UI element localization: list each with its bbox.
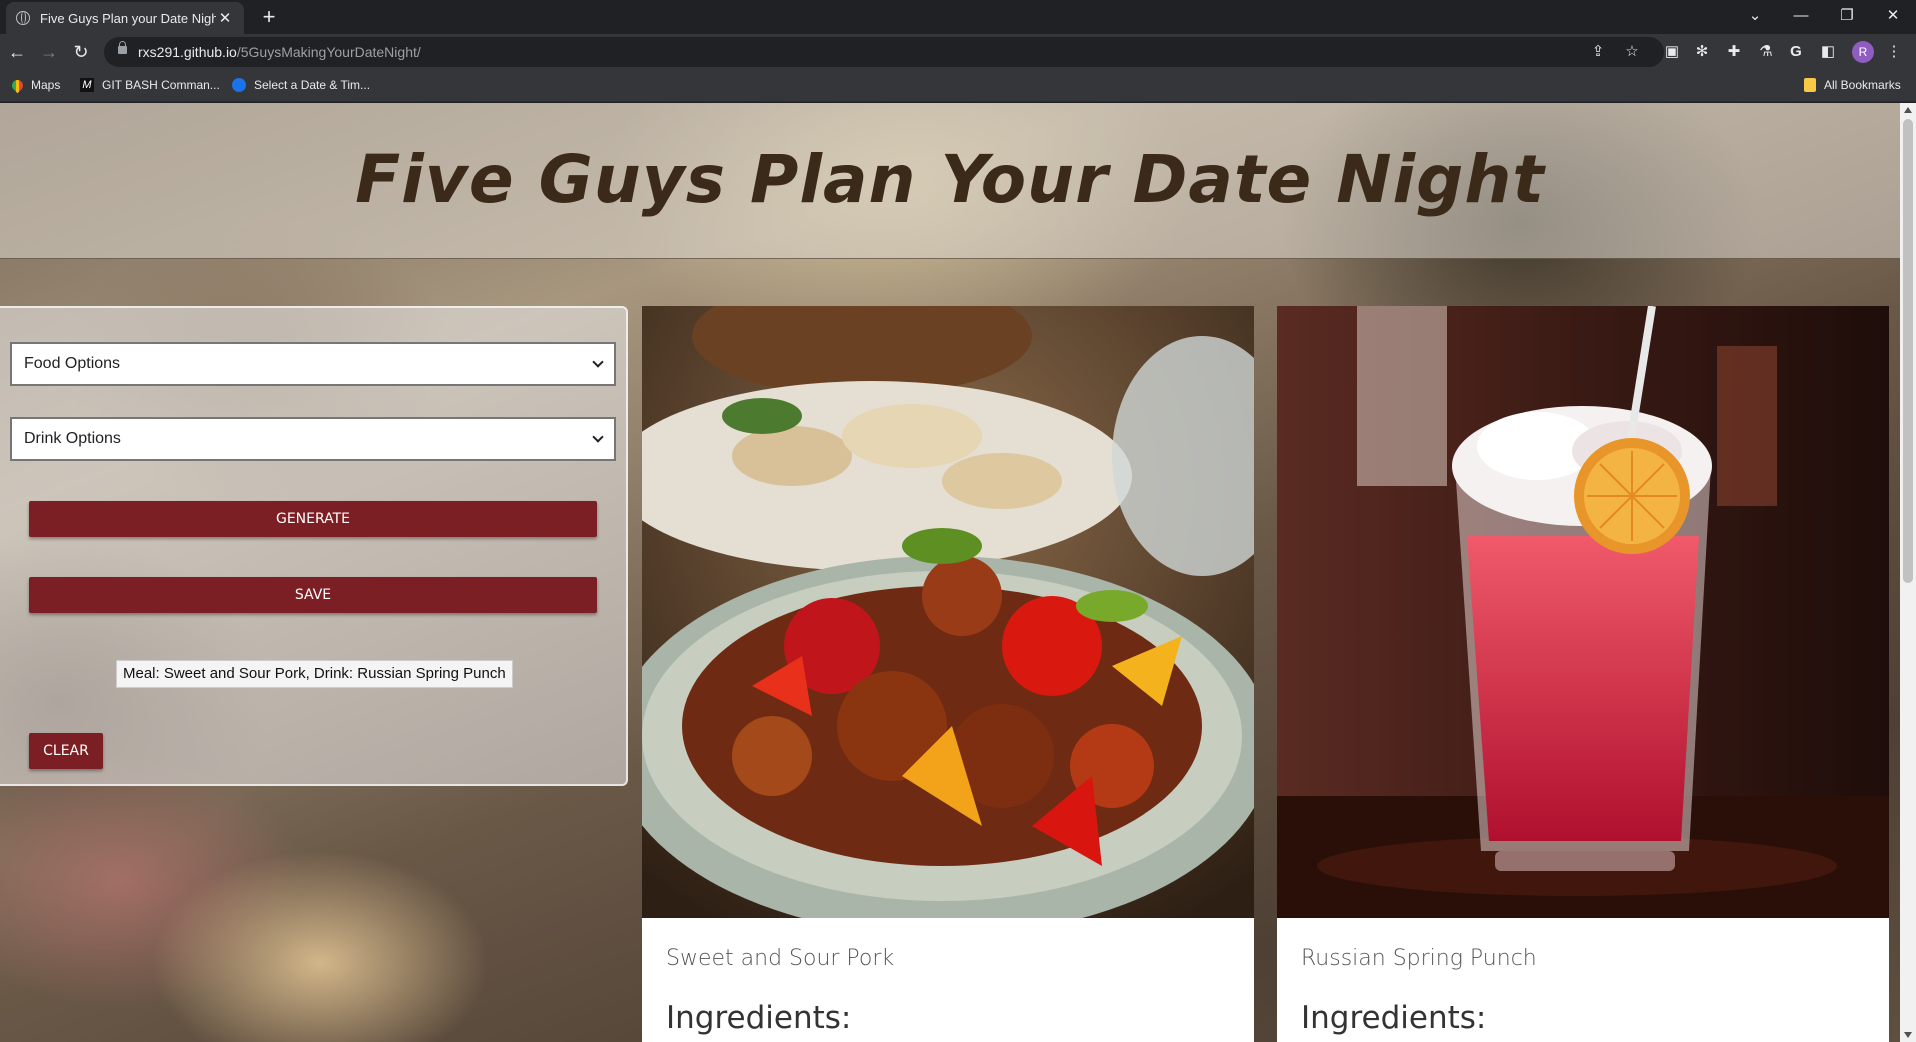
russian-spring-punch-photo xyxy=(1277,306,1889,918)
calendar-logo-icon xyxy=(232,78,246,92)
lock-icon xyxy=(118,41,127,54)
bookmark-star-icon[interactable]: ☆ xyxy=(1622,42,1642,62)
drink-options-select[interactable]: Drink Options xyxy=(10,417,616,461)
menu-kebab-icon[interactable]: ⋮ xyxy=(1884,42,1904,62)
side-panel-icon[interactable]: ◧ xyxy=(1818,42,1838,62)
scrollbar-thumb[interactable] xyxy=(1903,119,1913,583)
browser-toolbar: ← → ↻ rxs291.github.io/5GuysMakingYourDa… xyxy=(0,34,1916,70)
scroll-up-arrow-icon[interactable] xyxy=(1904,107,1912,113)
google-icon[interactable]: G xyxy=(1786,42,1806,62)
address-bar[interactable]: rxs291.github.io/5GuysMakingYourDateNigh… xyxy=(104,37,1664,67)
url-text: rxs291.github.io/5GuysMakingYourDateNigh… xyxy=(138,44,421,60)
food-card: Sweet and Sour Pork Ingredients: xyxy=(642,306,1254,1042)
folder-icon xyxy=(1804,78,1816,92)
drink-name: Russian Spring Punch xyxy=(1301,946,1537,971)
food-ingredients-heading: Ingredients: xyxy=(666,1000,852,1036)
tab-search-icon[interactable]: ⌄ xyxy=(1732,0,1778,30)
clear-button[interactable]: CLEAR xyxy=(29,733,103,769)
bookmark-git-bash[interactable]: M GIT BASH Comman... xyxy=(80,78,220,92)
active-tab[interactable]: Five Guys Plan your Date Night ✕ xyxy=(6,2,244,34)
scroll-down-arrow-icon[interactable] xyxy=(1904,1032,1912,1038)
food-options-select[interactable]: Food Options xyxy=(10,342,616,386)
drink-card: Russian Spring Punch Ingredients: xyxy=(1277,306,1889,1042)
bookmark-maps[interactable]: Maps xyxy=(9,77,60,93)
site-header: Five Guys Plan Your Date Night xyxy=(0,103,1900,259)
food-select-value: Food Options xyxy=(24,355,121,372)
close-window-button[interactable]: ✕ xyxy=(1870,0,1916,30)
globe-icon xyxy=(16,11,30,25)
share-icon[interactable]: ⇪ xyxy=(1588,42,1608,62)
page-scrollbar[interactable] xyxy=(1900,103,1916,1042)
generate-button[interactable]: GENERATE xyxy=(29,501,597,537)
web-page: Five Guys Plan Your Date Night Food Opti… xyxy=(0,103,1900,1042)
reload-icon[interactable]: ↻ xyxy=(70,41,92,63)
restore-button[interactable]: ❐ xyxy=(1824,0,1870,30)
close-tab-icon[interactable]: ✕ xyxy=(216,9,234,27)
forward-icon[interactable]: → xyxy=(38,41,60,63)
puzzle-icon[interactable]: ✚ xyxy=(1724,42,1744,62)
settings-gear-icon[interactable]: ✻ xyxy=(1692,42,1712,62)
tab-title: Five Guys Plan your Date Night xyxy=(40,10,216,26)
profile-avatar[interactable]: R xyxy=(1852,41,1874,63)
flask-icon[interactable]: ⚗ xyxy=(1756,42,1776,62)
sweet-and-sour-pork-photo xyxy=(642,306,1254,918)
medium-m-icon: M xyxy=(80,78,94,92)
back-icon[interactable]: ← xyxy=(6,41,28,63)
chevron-down-icon xyxy=(592,356,604,368)
save-button[interactable]: SAVE xyxy=(29,577,597,613)
drink-ingredients-heading: Ingredients: xyxy=(1301,1000,1487,1036)
bookmarks-bar: Maps M GIT BASH Comman... Select a Date … xyxy=(0,70,1916,102)
food-name: Sweet and Sour Pork xyxy=(666,946,895,971)
extension-icon[interactable]: ▣ xyxy=(1662,42,1682,62)
new-tab-button[interactable]: + xyxy=(256,4,282,30)
bookmark-select-date[interactable]: Select a Date & Tim... xyxy=(232,78,370,92)
saved-pairing: Meal: Sweet and Sour Pork, Drink: Russia… xyxy=(116,660,513,688)
maps-pin-icon xyxy=(9,77,26,93)
drink-select-value: Drink Options xyxy=(24,430,121,447)
minimize-button[interactable]: — xyxy=(1778,0,1824,30)
controls-panel: Food Options Drink Options GENERATE SAVE… xyxy=(0,306,628,786)
tab-strip: Five Guys Plan your Date Night ✕ + ⌄ — ❐… xyxy=(0,0,1916,34)
chevron-down-icon xyxy=(592,431,604,443)
all-bookmarks[interactable]: All Bookmarks xyxy=(1804,78,1901,92)
page-title: Five Guys Plan Your Date Night xyxy=(355,141,1545,218)
